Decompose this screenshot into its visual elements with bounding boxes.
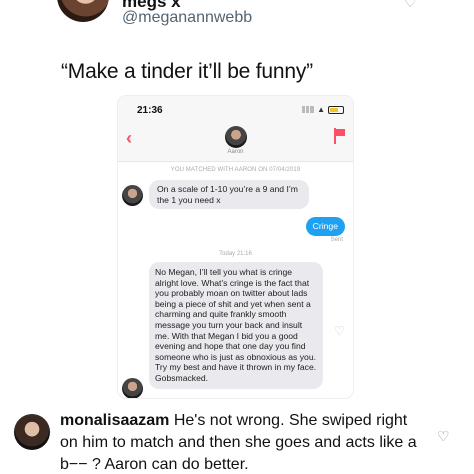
matched-date-label: YOU MATCHED WITH AARON ON 07/04/2019 xyxy=(170,167,301,173)
reply-like-heart-icon[interactable]: ♡ xyxy=(437,428,450,445)
received-message: No Megan, I’ll tell you what is cringe a… xyxy=(149,262,323,389)
reply-username[interactable]: monalisaazam xyxy=(60,412,169,429)
sent-status: Sent xyxy=(330,237,343,243)
match-name: Aaron xyxy=(227,149,244,155)
reply-comment: monalisaazam He's not wrong. She swiped … xyxy=(60,410,420,474)
report-flag-icon[interactable] xyxy=(333,128,345,144)
signal-icon xyxy=(302,106,315,113)
received-message: On a scale of 1-10 you’re a 9 and I’m th… xyxy=(149,180,309,210)
battery-icon xyxy=(328,105,344,114)
sender-avatar xyxy=(122,378,143,398)
match-avatar[interactable] xyxy=(225,126,247,148)
reply-avatar[interactable] xyxy=(14,414,50,450)
tweet-text: “Make a tinder it’ll be funny” xyxy=(61,60,313,83)
sender-avatar xyxy=(122,185,143,206)
status-bar-icons: ▲ xyxy=(302,105,344,114)
like-heart-icon[interactable]: ♡ xyxy=(334,325,346,337)
wifi-icon: ▲ xyxy=(317,105,325,114)
back-chevron-icon[interactable]: ‹ xyxy=(126,128,132,149)
author-handle[interactable]: @meganannwebb xyxy=(122,9,252,27)
sent-message: Cringe xyxy=(305,217,345,236)
status-bar-time: 21:36 xyxy=(137,105,163,116)
timestamp-divider: Today 21:16 xyxy=(219,251,252,257)
tinder-chat-screenshot: 21:36 ▲ ‹ Aaron YOU MATCHED WITH AARON O… xyxy=(118,96,353,398)
author-avatar[interactable] xyxy=(57,0,109,22)
more-options-icon[interactable]: ♡ xyxy=(404,0,417,11)
